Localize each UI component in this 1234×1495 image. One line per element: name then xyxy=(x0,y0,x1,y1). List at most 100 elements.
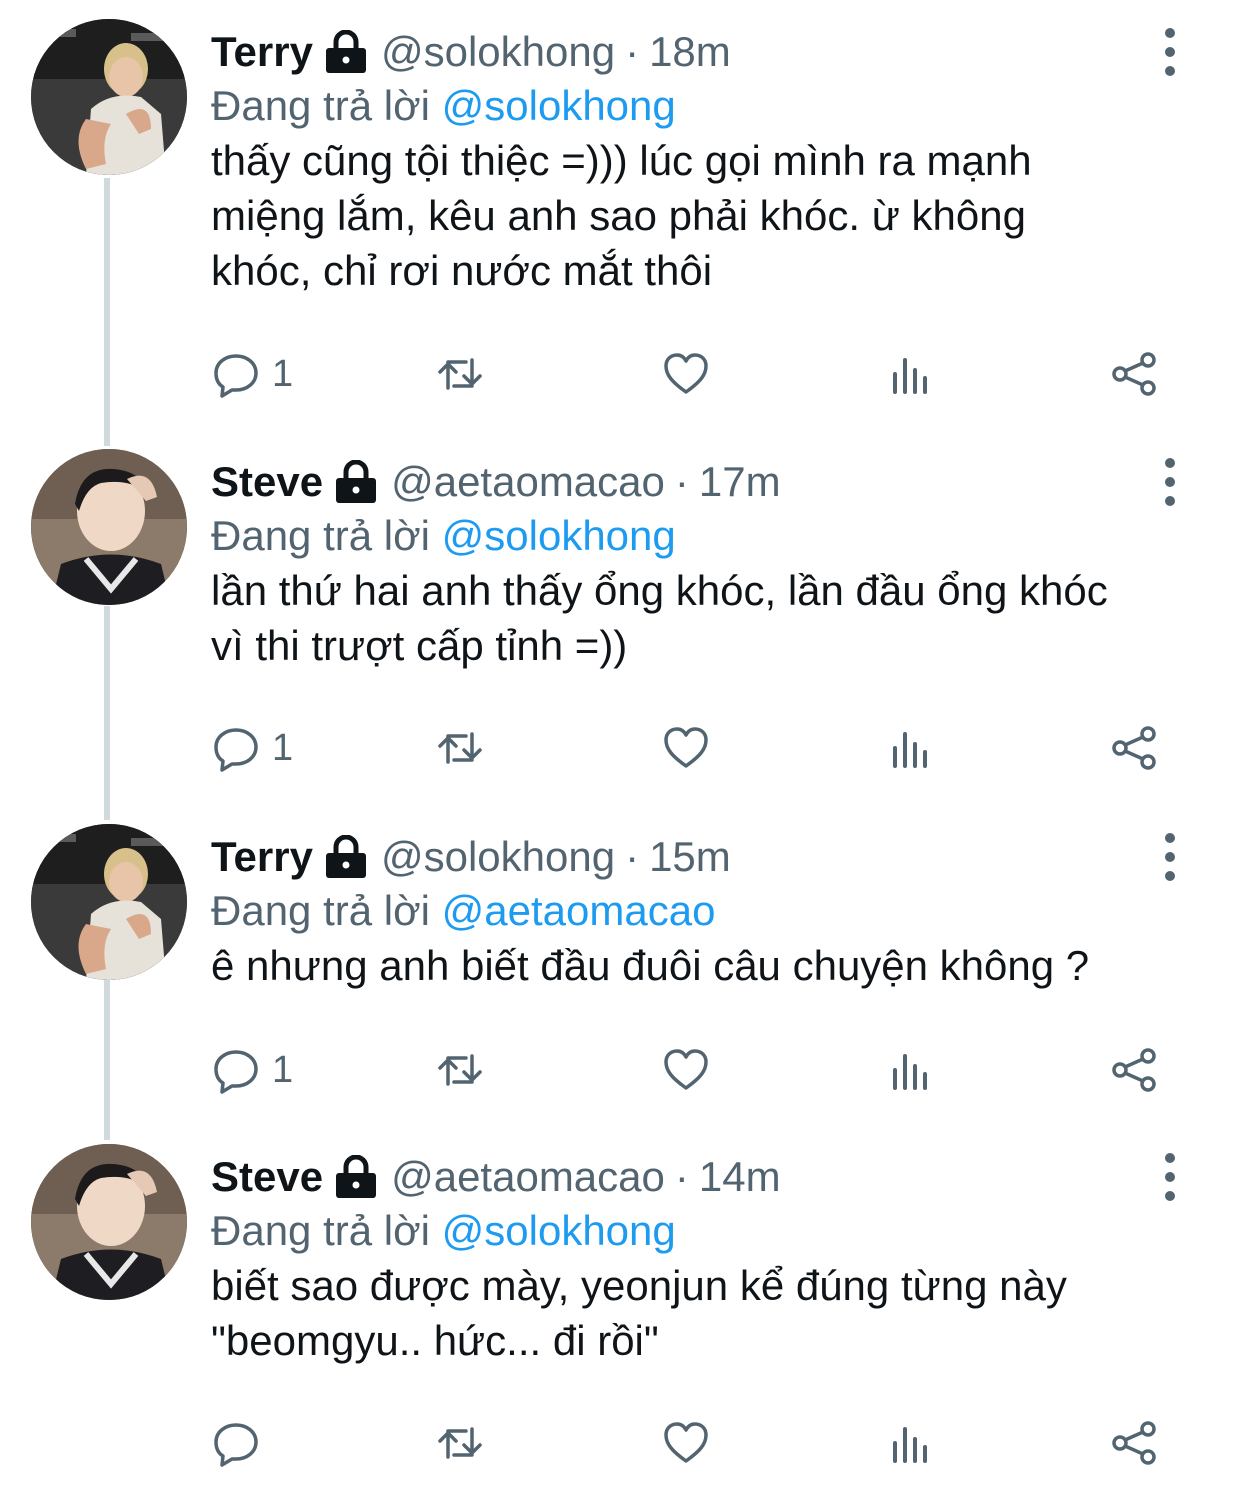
retweet-button[interactable] xyxy=(436,1413,484,1473)
views-icon xyxy=(893,358,927,394)
reply-count: 1 xyxy=(272,1048,294,1091)
views-button[interactable] xyxy=(886,718,934,778)
tweet-text-line: biết sao được mày, yeonjun kể đúng từng … xyxy=(211,1262,1067,1309)
separator-dot: · xyxy=(625,833,640,880)
display-name[interactable]: Terry xyxy=(211,24,313,80)
tweet-header: Steve @aetaomacao · 14m xyxy=(211,1149,781,1205)
heart-icon xyxy=(664,1049,708,1090)
views-button[interactable] xyxy=(886,344,934,404)
avatar-steve-image xyxy=(31,449,187,605)
heart-icon xyxy=(664,1422,708,1463)
replying-to: Đang trả lời @aetaomacao xyxy=(211,883,715,939)
mention-link[interactable]: @solokhong xyxy=(442,1207,676,1254)
retweet-button[interactable] xyxy=(436,718,484,778)
tweet-text-line: miệng lắm, kêu anh sao phải khóc. ừ khôn… xyxy=(211,192,1026,239)
share-button[interactable] xyxy=(1110,718,1158,778)
mention-link[interactable]: @solokhong xyxy=(442,512,676,559)
retweet-button[interactable] xyxy=(436,1040,484,1100)
reply-button[interactable]: 1 xyxy=(212,344,293,404)
heart-icon xyxy=(664,727,708,768)
retweet-icon xyxy=(438,1054,482,1086)
avatar[interactable] xyxy=(31,19,187,175)
tweet-text-line: lần thứ hai anh thấy ổng khóc, lần đầu ổ… xyxy=(211,567,1108,614)
display-name[interactable]: Terry xyxy=(211,829,313,885)
reply-count: 1 xyxy=(272,352,294,395)
more-options-icon[interactable] xyxy=(1150,28,1190,76)
reply-icon xyxy=(214,354,258,398)
more-options-icon[interactable] xyxy=(1150,1153,1190,1201)
timestamp[interactable]: 14m xyxy=(699,1149,781,1205)
avatar[interactable] xyxy=(31,449,187,605)
replying-to: Đang trả lời @solokhong xyxy=(211,78,676,134)
retweet-icon xyxy=(438,732,482,764)
views-button[interactable] xyxy=(886,1040,934,1100)
like-button[interactable] xyxy=(662,1040,710,1100)
timestamp[interactable]: 15m xyxy=(649,829,731,885)
views-icon xyxy=(893,1427,927,1463)
reply-count: 1 xyxy=(272,726,294,769)
handle[interactable]: @solokhong xyxy=(381,829,615,885)
like-button[interactable] xyxy=(662,1413,710,1473)
separator-dot: · xyxy=(674,1153,689,1200)
action-bar: 1 xyxy=(0,1040,1234,1100)
more-options-icon[interactable] xyxy=(1150,458,1190,506)
tweet-text-line: thấy cũng tội thiệc =))) lúc gọi mình ra… xyxy=(211,137,1032,184)
display-name[interactable]: Steve xyxy=(211,454,323,510)
retweet-button[interactable] xyxy=(436,344,484,404)
share-icon xyxy=(1112,1421,1156,1465)
tweet[interactable]: Terry @solokhong · 18m Đang trả lời @sol… xyxy=(0,0,1234,430)
tweet[interactable]: Steve @aetaomacao · 17m Đang trả lời @so… xyxy=(0,430,1234,806)
more-options-icon[interactable] xyxy=(1150,833,1190,881)
reply-button[interactable]: 1 xyxy=(212,718,293,778)
views-icon xyxy=(893,732,927,768)
tweet[interactable]: Steve @aetaomacao · 14m Đang trả lời @so… xyxy=(0,1125,1234,1495)
tweet-header: Steve @aetaomacao · 17m xyxy=(211,454,781,510)
retweet-icon xyxy=(438,1427,482,1459)
mention-link[interactable]: @aetaomacao xyxy=(442,887,716,934)
reply-icon xyxy=(214,728,258,772)
lock-icon xyxy=(333,460,379,504)
avatar[interactable] xyxy=(31,1144,187,1300)
handle[interactable]: @solokhong xyxy=(381,24,615,80)
share-icon xyxy=(1112,726,1156,770)
timestamp[interactable]: 17m xyxy=(699,454,781,510)
share-icon xyxy=(1112,352,1156,396)
tweet-text-line: "beomgyu.. hức... đi rồi" xyxy=(211,1317,659,1364)
share-button[interactable] xyxy=(1110,1040,1158,1100)
tweet-text: biết sao được mày, yeonjun kể đúng từng … xyxy=(211,1258,1201,1368)
share-button[interactable] xyxy=(1110,344,1158,404)
reply-button[interactable]: 1 xyxy=(212,1040,293,1100)
lock-icon xyxy=(333,1155,379,1199)
reply-icon xyxy=(214,1423,258,1467)
action-bar: 1 xyxy=(0,718,1234,778)
tweet[interactable]: Terry @solokhong · 15m Đang trả lời @aet… xyxy=(0,805,1234,1125)
separator-dot: · xyxy=(625,28,640,75)
avatar-terry-image xyxy=(31,19,187,175)
heart-icon xyxy=(664,353,708,394)
share-button[interactable] xyxy=(1110,1413,1158,1473)
avatar-steve-image xyxy=(31,1144,187,1300)
like-button[interactable] xyxy=(662,344,710,404)
tweet-thread: Terry @solokhong · 18m Đang trả lời @sol… xyxy=(0,0,1234,1495)
display-name[interactable]: Steve xyxy=(211,1149,323,1205)
tweet-text: lần thứ hai anh thấy ổng khóc, lần đầu ổ… xyxy=(211,563,1201,673)
reply-icon xyxy=(214,1050,258,1094)
handle[interactable]: @aetaomacao xyxy=(391,1149,665,1205)
tweet-text: thấy cũng tội thiệc =))) lúc gọi mình ra… xyxy=(211,133,1201,298)
replying-to-label: Đang trả lời xyxy=(211,1207,430,1254)
lock-icon xyxy=(323,30,369,74)
views-button[interactable] xyxy=(886,1413,934,1473)
timestamp[interactable]: 18m xyxy=(649,24,731,80)
views-icon xyxy=(893,1054,927,1090)
avatar-terry-image xyxy=(31,824,187,980)
replying-to-label: Đang trả lời xyxy=(211,887,430,934)
handle[interactable]: @aetaomacao xyxy=(391,454,665,510)
mention-link[interactable]: @solokhong xyxy=(442,82,676,129)
replying-to: Đang trả lời @solokhong xyxy=(211,508,676,564)
avatar[interactable] xyxy=(31,824,187,980)
like-button[interactable] xyxy=(662,718,710,778)
reply-button[interactable] xyxy=(212,1413,272,1473)
replying-to-label: Đang trả lời xyxy=(211,82,430,129)
lock-icon xyxy=(323,835,369,879)
share-icon xyxy=(1112,1048,1156,1092)
